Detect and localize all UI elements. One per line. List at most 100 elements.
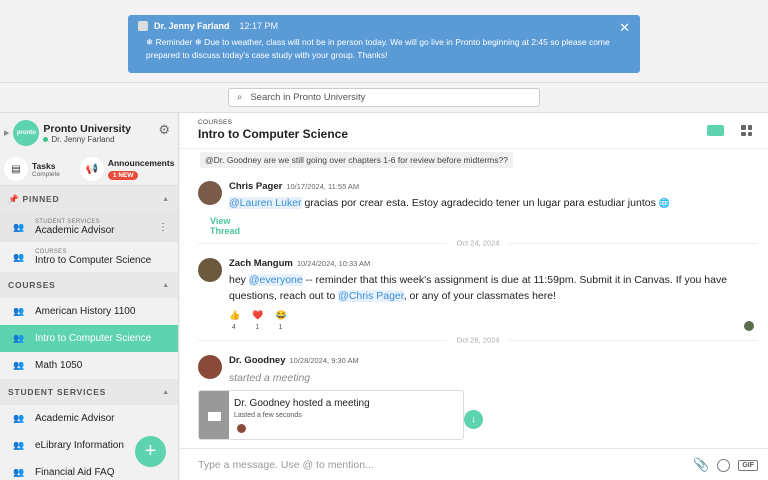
message-body: hey	[229, 274, 249, 286]
video-camera-icon[interactable]	[707, 125, 724, 136]
sidebar-item-academic-advisor[interactable]: 👥 Academic Advisor	[0, 405, 178, 432]
org-name: Pronto University	[43, 122, 131, 135]
gif-button[interactable]: GIF	[738, 459, 758, 471]
avatar[interactable]	[198, 355, 222, 379]
sidebar-item-pinned-intro-cs[interactable]: 👥 COURSES Intro to Computer Science	[0, 242, 178, 272]
tasks-label: Tasks	[32, 160, 56, 171]
meeting-action-text: started a meeting	[229, 372, 311, 384]
online-status-icon	[43, 136, 49, 142]
sidebar-item-american-history[interactable]: 👥 American History 1100	[0, 298, 178, 325]
org-logo: pronto	[13, 120, 40, 146]
chevron-up-icon[interactable]: ▲	[162, 196, 170, 203]
search-placeholder: Search in Pronto University	[250, 92, 366, 103]
sidebar-item-math-1050[interactable]: 👥 Math 1050	[0, 352, 178, 379]
item-label: Academic Advisor	[35, 224, 115, 236]
mention[interactable]: @Lauren Luker	[229, 197, 302, 209]
robot-icon	[138, 21, 148, 31]
pinned-header-label: PINNED	[22, 193, 60, 204]
meeting-card-side	[199, 391, 229, 439]
paperclip-icon[interactable]: 📎	[693, 457, 709, 473]
video-camera-icon	[207, 411, 221, 421]
reaction-thumbs-up[interactable]: 👍4	[229, 310, 240, 331]
people-icon: 👥	[13, 440, 25, 450]
heart-icon: ❤️	[252, 310, 264, 320]
announcements-button[interactable]: Announcements 1 NEW	[107, 158, 175, 180]
mention[interactable]: @Chris Pager	[338, 290, 404, 302]
notification-sender: Dr. Jenny Farland	[154, 21, 230, 31]
read-receipt-avatar	[744, 321, 754, 331]
pinned-header[interactable]: 📌 PINNED ▲	[0, 186, 178, 212]
people-icon: 👥	[13, 251, 25, 262]
reaction-count: 4	[232, 324, 236, 331]
reaction-laugh[interactable]: 😂1	[275, 310, 286, 331]
scroll-down-button[interactable]: ↓	[464, 410, 483, 429]
chat-panel: COURSES Intro to Computer Science @Dr. G…	[180, 113, 768, 480]
message-time: 10/28/2024, 9:30 AM	[289, 356, 359, 365]
item-label: Intro to Computer Science	[35, 333, 152, 344]
people-icon: 👥	[13, 221, 25, 232]
people-icon: 👥	[13, 413, 25, 423]
people-icon: 👥	[13, 333, 25, 343]
search-icon: ⌕	[237, 92, 243, 103]
item-label: Academic Advisor	[35, 413, 115, 424]
chevron-up-icon[interactable]: ▲	[162, 282, 170, 289]
courses-header-label: COURSES	[8, 280, 56, 290]
breadcrumb: COURSES	[198, 119, 233, 126]
current-user-name: Dr. Jenny Farland	[51, 134, 115, 144]
caret-right-icon[interactable]: ▶	[4, 129, 9, 137]
org-header[interactable]: ▶ pronto Pronto University Dr. Jenny Far…	[0, 113, 178, 153]
message-text: @Lauren Luker gracias por crear esta. Es…	[229, 195, 749, 211]
date-separator: Oct 24, 2024	[198, 238, 758, 248]
thumbs-up-icon: 👍	[229, 310, 241, 320]
reaction-count: 1	[255, 324, 260, 331]
message-body: gracias por crear esta. Estoy agradecido…	[301, 197, 656, 209]
chevron-up-icon[interactable]: ▲	[162, 389, 170, 396]
composer-input[interactable]: Type a message. Use @ to mention...	[198, 459, 374, 471]
author-name[interactable]: Dr. Goodney	[229, 355, 285, 366]
student-services-header[interactable]: STUDENT SERVICES ▲	[0, 379, 178, 405]
people-icon: 👥	[13, 360, 25, 370]
meeting-duration: Lasted a few seconds	[234, 412, 302, 419]
author-name[interactable]: Zach Mangum	[229, 258, 293, 269]
message-time: 10/17/2024, 11:55 AM	[286, 182, 360, 191]
student-services-header-label: STUDENT SERVICES	[8, 387, 107, 397]
author-name[interactable]: Chris Pager	[229, 181, 282, 192]
tasks-status: Complete	[32, 170, 60, 178]
search-input[interactable]: ⌕ Search in Pronto University	[228, 88, 540, 107]
divider	[0, 82, 768, 83]
mention[interactable]: @everyone	[248, 274, 303, 286]
avatar[interactable]	[198, 181, 222, 205]
notification-message: ❄ Reminder ❄ Due to weather, class will …	[146, 37, 610, 60]
gear-icon[interactable]: ⚙	[158, 122, 170, 138]
meeting-card[interactable]: Dr. Goodney hosted a meeting Lasted a fe…	[198, 390, 464, 440]
more-vertical-icon[interactable]: ⋮	[158, 222, 168, 233]
add-button[interactable]: +	[135, 436, 166, 467]
view-thread-link[interactable]: View Thread	[210, 216, 240, 236]
message-composer[interactable]: Type a message. Use @ to mention... 📎 GI…	[180, 448, 768, 480]
close-icon[interactable]: ✕	[619, 20, 630, 36]
message-body: , or any of your classmates here!	[403, 290, 557, 302]
courses-header[interactable]: COURSES ▲	[0, 272, 178, 298]
item-label: Financial Aid FAQ	[35, 467, 115, 478]
megaphone-icon[interactable]: 📢	[79, 157, 104, 181]
emoji-icon[interactable]	[717, 458, 731, 472]
message-time: 10/24/2024, 10:33 AM	[296, 259, 371, 268]
grid-icon[interactable]	[741, 125, 752, 136]
tasks-button[interactable]: Tasks Complete	[32, 161, 60, 178]
announcements-label: Announcements	[107, 158, 175, 168]
notification-banner[interactable]: Dr. Jenny Farland 12:17 PM ✕ ❄ Reminder …	[128, 15, 640, 73]
reaction-heart[interactable]: ❤️ 1	[252, 310, 263, 331]
sidebar-item-intro-cs[interactable]: 👥 Intro to Computer Science	[0, 325, 178, 352]
item-label: eLibrary Information	[35, 440, 124, 451]
sidebar-item-pinned-academic-advisor[interactable]: 👥 STUDENT SERVICES Academic Advisor ⋮	[0, 212, 178, 242]
clipboard-icon[interactable]: ▤	[4, 157, 28, 181]
current-user: Dr. Jenny Farland	[43, 135, 131, 144]
quoted-message[interactable]: @Dr. Goodney are we still going over cha…	[200, 152, 513, 168]
reaction-count: 1	[278, 324, 283, 331]
avatar[interactable]	[198, 258, 222, 282]
people-icon: 👥	[13, 306, 25, 316]
meeting-title: Dr. Goodney hosted a meeting	[234, 398, 370, 409]
channel-header: COURSES Intro to Computer Science	[180, 113, 768, 149]
sidebar: ▶ pronto Pronto University Dr. Jenny Far…	[0, 113, 179, 480]
item-label: American History 1100	[35, 306, 136, 317]
